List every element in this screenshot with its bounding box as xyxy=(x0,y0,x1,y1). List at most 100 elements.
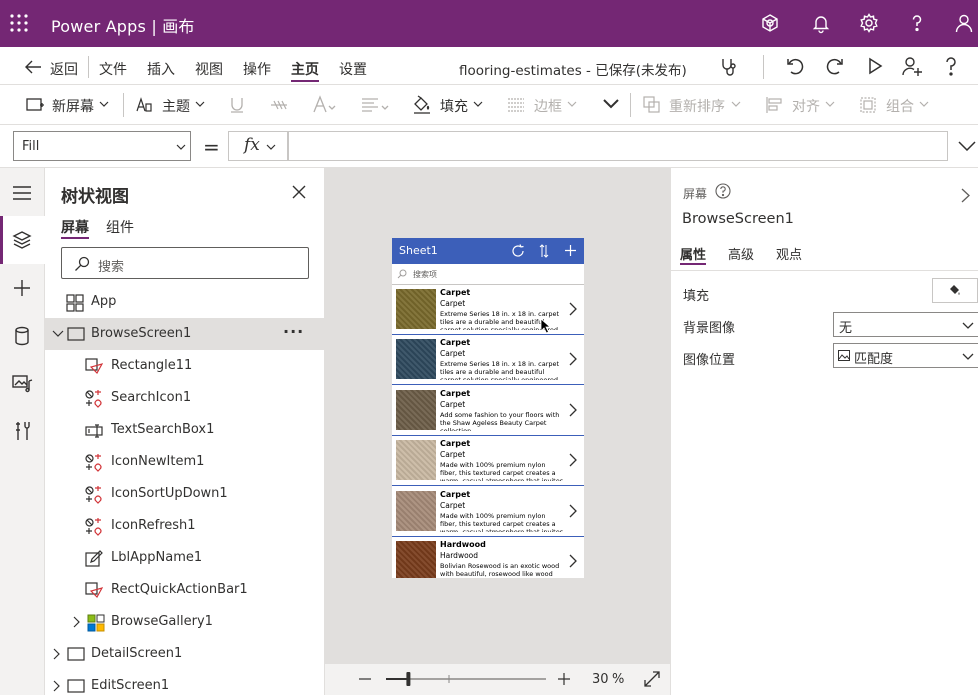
app-screen-preview[interactable]: Sheet1 搜索项 Carpet Carpet Extreme Series 18… xyxy=(392,238,584,578)
tree-item-browse-screen[interactable]: BrowseScreen1 ··· xyxy=(45,318,325,350)
menu-view[interactable]: 视图 xyxy=(195,59,223,79)
chevron-right-icon[interactable] xyxy=(568,302,578,316)
fill-color-picker[interactable] xyxy=(932,278,978,303)
close-icon[interactable] xyxy=(291,184,307,200)
insert-plus-icon[interactable] xyxy=(10,276,34,300)
app-launcher-icon[interactable] xyxy=(9,13,31,35)
notification-bell-icon[interactable] xyxy=(810,12,832,34)
tree-item-textsearchbox1[interactable]: TextSearchBox1 xyxy=(45,414,325,446)
top-bar: Power Apps | 画布 xyxy=(0,0,978,47)
chevron-down-icon xyxy=(962,322,974,329)
tree-view-panel: 树状视图 屏幕 组件 搜索 App BrowseScreen1 ··· Rect… xyxy=(45,168,325,695)
tree-item-edit-screen[interactable]: EditScreen1 xyxy=(45,670,325,695)
tree-item-browsegallery1[interactable]: BrowseGallery1 xyxy=(45,606,325,638)
tab-screens[interactable]: 屏幕 xyxy=(61,217,89,237)
document-title: flooring-estimates - 已保存(未发布) xyxy=(459,63,687,79)
property-dropdown[interactable]: Fill xyxy=(13,131,191,161)
tree-item-rectquickactionbar1[interactable]: RectQuickActionBar1 xyxy=(45,574,325,606)
tree-item-rectangle11[interactable]: Rectangle11 xyxy=(45,350,325,382)
data-cylinder-icon[interactable] xyxy=(10,324,34,348)
chevron-right-icon[interactable] xyxy=(568,352,578,366)
border-button[interactable]: 边框 xyxy=(534,96,562,116)
sort-updown-icon[interactable] xyxy=(539,244,549,258)
chevron-right-icon[interactable] xyxy=(568,504,578,518)
menu-action[interactable]: 操作 xyxy=(243,59,271,79)
tree-item-iconrefresh1[interactable]: IconRefresh1 xyxy=(45,510,325,542)
zoom-out-icon[interactable] xyxy=(358,672,372,686)
help-circle-icon[interactable] xyxy=(715,183,731,199)
tree-item-detail-screen[interactable]: DetailScreen1 xyxy=(45,638,325,670)
screen-header-bar[interactable]: Sheet1 xyxy=(392,238,584,264)
user-account-icon[interactable] xyxy=(953,12,975,34)
tree-search-input[interactable]: 搜索 xyxy=(61,247,309,279)
tree-item-label: EditScreen1 xyxy=(91,678,170,693)
theme-button[interactable]: 主题 xyxy=(162,96,190,116)
ribbon-more-chevron-icon[interactable] xyxy=(602,98,620,110)
undo-icon[interactable] xyxy=(785,56,805,76)
environment-icon[interactable] xyxy=(759,12,781,34)
zoom-in-icon[interactable] xyxy=(557,672,571,686)
redo-icon[interactable] xyxy=(825,56,845,76)
formula-input[interactable] xyxy=(288,131,948,161)
new-screen-button[interactable]: 新屏幕 xyxy=(52,96,94,116)
gallery-item[interactable]: Hardwood Hardwood Bolivian Rosewood is an … xyxy=(392,537,584,578)
zoom-slider[interactable] xyxy=(386,669,546,689)
gallery-item[interactable]: Carpet Carpet Extreme Series 18 in. x 18 i… xyxy=(392,335,584,386)
formula-bar: Fill = fx xyxy=(0,125,978,168)
refresh-icon[interactable] xyxy=(511,244,525,258)
gallery-item[interactable]: Carpet Carpet Add some fashion to your flo… xyxy=(392,385,584,436)
tree-item-label: DetailScreen1 xyxy=(91,646,183,661)
settings-gear-icon[interactable] xyxy=(858,12,880,34)
media-icon[interactable] xyxy=(10,371,34,395)
app-checker-stethoscope-icon[interactable] xyxy=(718,56,740,78)
preview-play-icon[interactable] xyxy=(866,56,884,76)
tree-item-lblappname1[interactable]: LblAppName1 xyxy=(45,542,325,574)
browse-gallery[interactable]: Carpet Carpet Extreme Series 18 in. x 18 i… xyxy=(392,285,584,578)
reorder-button[interactable]: 重新排序 xyxy=(669,96,725,116)
tree-item-app[interactable]: App xyxy=(45,286,325,318)
menu-home[interactable]: 主页 xyxy=(291,59,319,79)
menu-insert[interactable]: 插入 xyxy=(147,59,175,79)
active-menu-indicator xyxy=(291,80,319,82)
new-item-plus-icon[interactable] xyxy=(564,244,577,257)
group-button[interactable]: 组合 xyxy=(886,96,914,116)
function-button[interactable]: fx xyxy=(228,131,288,161)
menu-settings[interactable]: 设置 xyxy=(339,59,367,79)
chevron-down-icon[interactable] xyxy=(52,330,64,338)
chevron-right-icon[interactable] xyxy=(568,403,578,417)
chevron-right-icon[interactable] xyxy=(961,188,970,203)
align-button[interactable]: 对齐 xyxy=(792,96,820,116)
gallery-item[interactable]: Carpet Carpet Made with 100% premium nylon… xyxy=(392,486,584,537)
chevron-right-icon[interactable] xyxy=(53,680,61,692)
help-question-icon[interactable] xyxy=(941,55,961,77)
phone-search-box[interactable]: 搜索项 xyxy=(392,264,584,285)
gallery-item[interactable]: Carpet Carpet Extreme Series 18 in. x 18 i… xyxy=(392,285,584,335)
help-question-icon[interactable] xyxy=(906,12,928,34)
chevron-right-icon[interactable] xyxy=(53,648,61,660)
fx-icon: fx xyxy=(244,135,260,155)
advanced-tools-icon[interactable] xyxy=(10,419,34,443)
tree-view-tab[interactable] xyxy=(0,216,45,264)
chevron-right-icon[interactable] xyxy=(568,453,578,467)
chevron-right-icon[interactable] xyxy=(568,554,578,568)
tree-item-iconsortupdown1[interactable]: IconSortUpDown1 xyxy=(45,478,325,510)
image-position-dropdown[interactable]: 匹配度 xyxy=(833,343,978,368)
fit-to-window-icon[interactable] xyxy=(644,671,660,687)
chevron-right-icon[interactable] xyxy=(73,616,81,628)
fill-button[interactable]: 填充 xyxy=(440,96,468,116)
tree-item-searchicon1[interactable]: SearchIcon1 xyxy=(45,382,325,414)
tab-properties[interactable]: 属性 xyxy=(680,244,706,263)
gallery-item[interactable]: Carpet Carpet Made with 100% premium nylon… xyxy=(392,436,584,487)
hamburger-menu-icon[interactable] xyxy=(10,181,34,205)
back-arrow-icon[interactable] xyxy=(24,59,42,75)
background-image-dropdown[interactable]: 无 xyxy=(833,312,978,337)
tree-item-iconnewitem1[interactable]: IconNewItem1 xyxy=(45,446,325,478)
expand-formula-chevron-icon[interactable] xyxy=(958,141,976,151)
back-button[interactable]: 返回 xyxy=(50,59,78,79)
menu-file[interactable]: 文件 xyxy=(99,59,127,79)
share-add-user-icon[interactable] xyxy=(901,55,923,77)
tab-advanced[interactable]: 高级 xyxy=(728,244,754,263)
tab-components[interactable]: 组件 xyxy=(106,217,134,237)
more-options-icon[interactable]: ··· xyxy=(283,322,304,341)
tab-ideas[interactable]: 观点 xyxy=(776,244,802,263)
